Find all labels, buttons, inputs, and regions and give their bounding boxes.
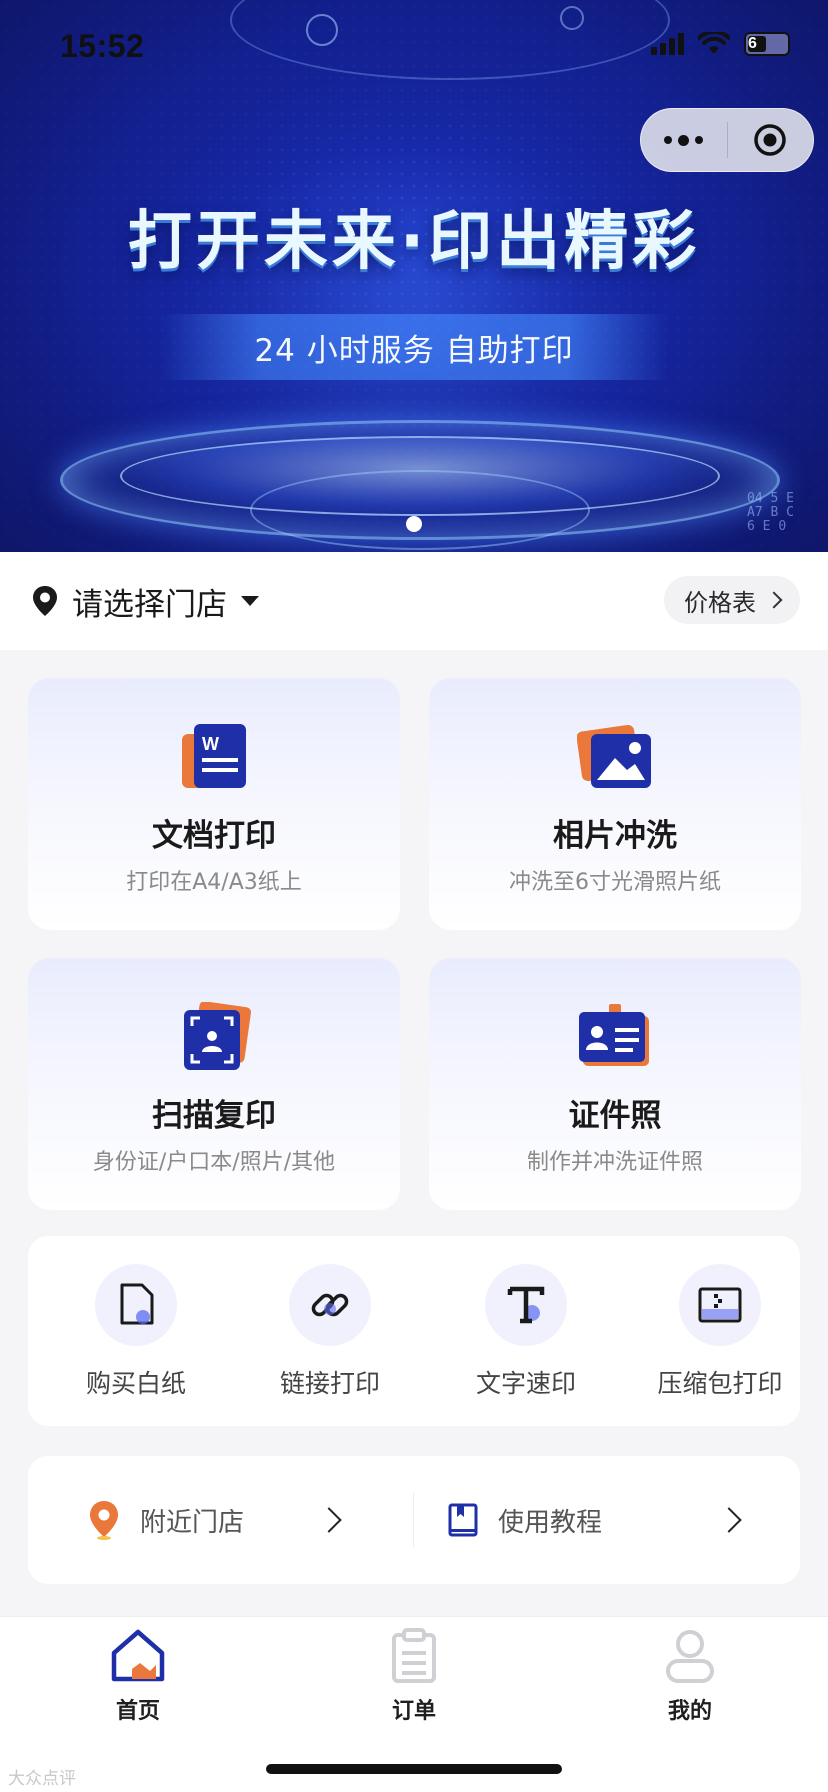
link-icon: [311, 1293, 349, 1317]
photo-icon: [577, 724, 651, 788]
banner-headline: 打开未来·印出精彩: [127, 205, 701, 279]
word-document-icon: W: [182, 724, 246, 788]
chevron-right-icon: [716, 1507, 742, 1533]
tab-profile[interactable]: 我的: [630, 1627, 750, 1725]
service-title: 证件照: [568, 1098, 662, 1134]
target-icon: [754, 124, 786, 156]
banner-subtitle-text: 24 小时服务 自助打印: [254, 332, 574, 369]
price-list-label: 价格表: [684, 588, 756, 617]
tutorial-link[interactable]: 使用教程: [448, 1456, 768, 1584]
close-miniprogram-button[interactable]: [728, 122, 814, 158]
store-selector[interactable]: 请选择门店: [32, 579, 259, 624]
tab-orders[interactable]: 订单: [354, 1627, 474, 1725]
service-card-scan-copy[interactable]: 扫描复印 身份证/户口本/照片/其他: [28, 958, 400, 1210]
price-list-button[interactable]: 价格表: [664, 576, 800, 624]
link-label: 使用教程: [498, 1507, 603, 1538]
store-selector-row: 请选择门店 价格表: [0, 552, 828, 650]
home-indicator[interactable]: [266, 1764, 562, 1774]
tool-link-print[interactable]: 链接打印: [250, 1264, 410, 1400]
tool-text-print[interactable]: 文字速印: [446, 1264, 606, 1400]
paper-icon: [120, 1283, 154, 1325]
tool-label: 文字速印: [475, 1369, 576, 1398]
chevron-right-icon: [765, 591, 783, 609]
svg-text:W: W: [202, 734, 219, 754]
banner-platform-inner: [250, 470, 590, 550]
miniprogram-capsule: [640, 108, 814, 172]
id-card-icon: [579, 1004, 649, 1066]
location-pin-icon: [90, 1501, 118, 1540]
tab-home[interactable]: 首页: [78, 1627, 198, 1725]
hero-banner[interactable]: 04 5 E A7 B C 6 E 0 15:52 6 打开未来·印出精彩 24…: [0, 0, 828, 552]
carousel-indicator-dot[interactable]: [406, 516, 422, 532]
quick-links-panel: 附近门店 使用教程: [28, 1456, 800, 1584]
watermark: 大众点评: [8, 1769, 76, 1789]
tool-icon-circle: [289, 1264, 371, 1346]
service-desc: 身份证/户口本/照片/其他: [92, 1150, 336, 1175]
hex-line: A7 B C: [747, 505, 794, 520]
tool-label: 链接打印: [279, 1369, 380, 1398]
service-card-id-photo[interactable]: 证件照 制作并冲洗证件照: [429, 958, 801, 1210]
status-icons: 6: [651, 32, 790, 56]
service-title: 文档打印: [152, 818, 276, 854]
battery-level: 6: [748, 35, 757, 52]
banner-subtitle: 24 小时服务 自助打印: [160, 314, 668, 380]
clipboard-icon: [392, 1628, 436, 1683]
service-card-photo-print[interactable]: 相片冲洗 冲洗至6寸光滑照片纸: [429, 678, 801, 930]
hex-line: 6 E 0: [747, 519, 787, 534]
scan-icon: [184, 1002, 251, 1070]
home-icon: [111, 1629, 165, 1682]
banner-ring-decoration: [306, 14, 338, 46]
chevron-right-icon: [316, 1507, 342, 1533]
cellular-signal-icon: [651, 33, 684, 55]
hex-line: 04 5 E: [747, 491, 794, 506]
wifi-icon: [698, 32, 730, 54]
location-pin-icon: [33, 586, 57, 616]
nearby-stores-link[interactable]: 附近门店: [88, 1456, 408, 1584]
caret-down-icon: [241, 596, 259, 606]
links-divider: [413, 1492, 414, 1548]
store-label: 请选择门店: [72, 586, 227, 623]
tab-label: 首页: [115, 1699, 160, 1724]
tools-panel: 购买白纸 链接打印 文字速印 压缩包打印: [28, 1236, 800, 1426]
service-card-document-print[interactable]: W 文档打印 打印在A4/A3纸上: [28, 678, 400, 930]
user-icon: [666, 1630, 714, 1683]
tool-zip-print[interactable]: 压缩包打印: [640, 1264, 800, 1400]
banner-hex-decoration: 04 5 E A7 B C 6 E 0: [747, 492, 794, 534]
tool-buy-paper[interactable]: 购买白纸: [56, 1264, 216, 1400]
dot-icon: [678, 134, 690, 146]
service-desc: 冲洗至6寸光滑照片纸: [509, 870, 721, 895]
dot-icon: [695, 136, 704, 144]
text-icon: [507, 1286, 545, 1324]
status-time: 15:52: [60, 28, 145, 64]
tool-icon-circle: [95, 1264, 177, 1346]
more-menu-button[interactable]: [641, 134, 727, 146]
tool-label: 购买白纸: [85, 1369, 186, 1398]
zip-icon: [698, 1287, 742, 1323]
service-desc: 打印在A4/A3纸上: [126, 870, 302, 895]
dot-icon: [664, 136, 673, 144]
book-icon: [448, 1503, 478, 1537]
tool-icon-circle: [679, 1264, 761, 1346]
tool-label: 压缩包打印: [657, 1369, 783, 1398]
tab-label: 我的: [667, 1699, 712, 1724]
battery-icon: 6: [744, 32, 790, 56]
service-title: 相片冲洗: [553, 818, 677, 854]
banner-ring-decoration: [560, 6, 584, 30]
tab-label: 订单: [391, 1699, 436, 1724]
link-label: 附近门店: [140, 1507, 245, 1538]
tool-icon-circle: [485, 1264, 567, 1346]
service-desc: 制作并冲洗证件照: [526, 1150, 703, 1175]
service-title: 扫描复印: [152, 1098, 276, 1134]
